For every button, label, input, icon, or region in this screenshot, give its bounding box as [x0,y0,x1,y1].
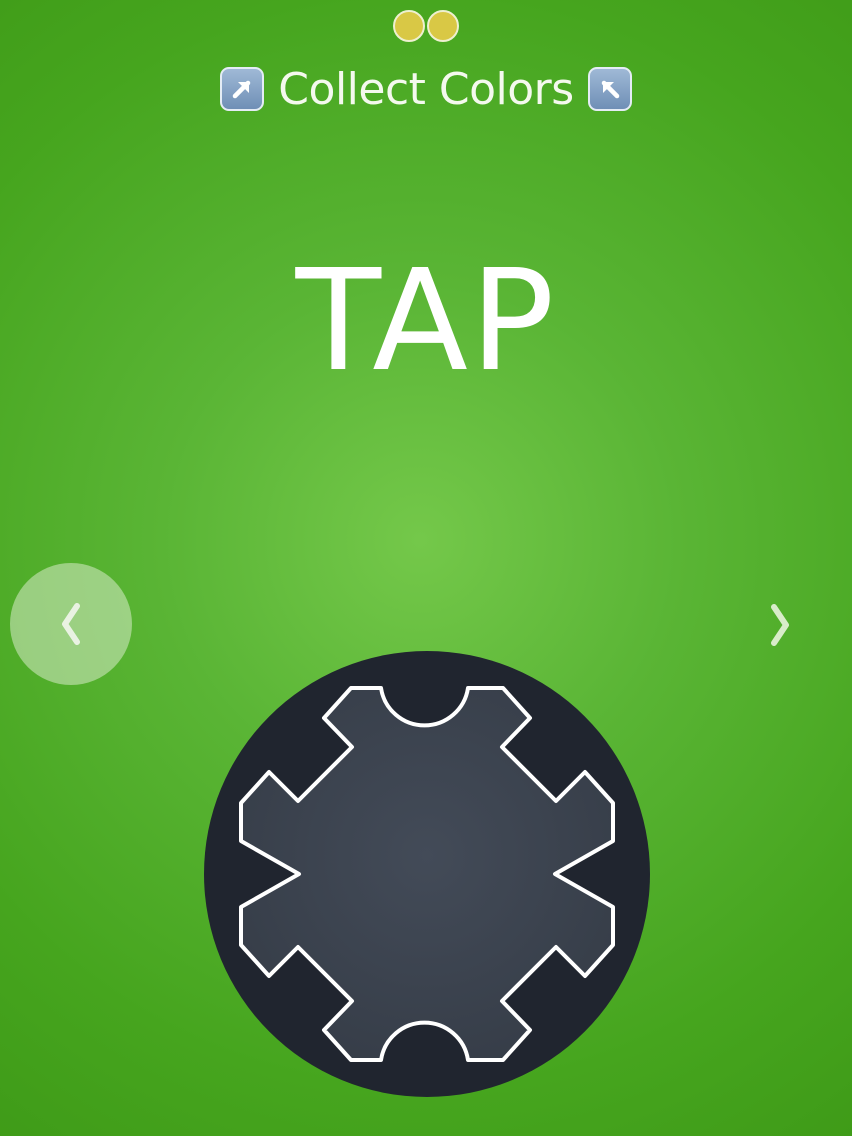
next-mode-button[interactable] [750,590,810,660]
mode-header: Collect Colors [0,62,852,116]
progress-dot [427,10,459,42]
tap-prompt: TAP [295,240,557,403]
chevron-right-icon [771,604,789,646]
game-screen: { "header": { "progress_dots": [ {"state… [0,0,852,1136]
tap-dial[interactable] [204,651,650,1097]
chevron-left-icon [62,603,80,645]
progress-dot [393,10,425,42]
arrow-up-right-icon [220,67,265,111]
arrow-up-left-icon [587,67,632,111]
previous-mode-button[interactable] [10,563,132,685]
mode-title: Collect Colors [278,63,574,115]
progress-dots [0,10,852,46]
